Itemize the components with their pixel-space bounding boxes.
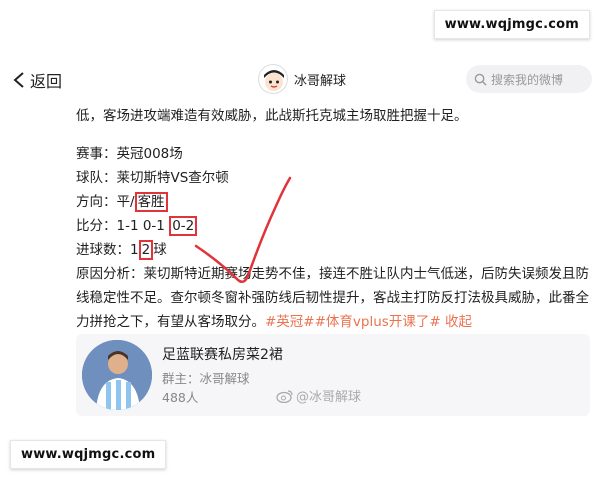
search-placeholder: 搜索我的微博 xyxy=(491,72,564,87)
cartoon-avatar-icon xyxy=(264,70,284,91)
post-intro: 低，客场进攻端难造有效威胁，此战斯托克城主场取胜把握十足。 xyxy=(76,108,468,124)
group-owner: 群主：冰哥解球 xyxy=(162,371,250,386)
goals-line: 进球数：1 2 球 xyxy=(76,240,167,260)
reason-paragraph: 原因分析：莱切斯特近期赛场走势不佳，接连不胜让队内士气低迷，后防失误频发且防线稳… xyxy=(76,266,589,330)
site-watermark-bottom: www.wqjmgc.com xyxy=(10,440,167,469)
post-content: 低，客场进攻端难造有效威胁，此战斯托克城主场取胜把握十足。 赛事：英冠008场 … xyxy=(76,104,596,334)
direction-line: 方向：平/客胜 xyxy=(76,190,596,214)
group-member-count: 488人 xyxy=(162,390,199,405)
author-avatar[interactable] xyxy=(258,64,288,94)
group-title: 足蓝联赛私房菜2裙 xyxy=(162,347,283,363)
topic-tags[interactable]: #英冠##体育vplus开课了# xyxy=(265,314,441,330)
group-avatar xyxy=(82,340,152,410)
back-label: 返回 xyxy=(30,72,63,91)
goals-highlight: 2 xyxy=(138,240,154,260)
weibo-logo-icon xyxy=(276,389,293,403)
back-button[interactable]: 返回 xyxy=(12,68,62,92)
collapse-link[interactable]: 收起 xyxy=(445,314,472,330)
score-line: 比分：1-1 0-1 0-2 xyxy=(76,214,596,238)
teams-line: 球队：莱切斯特VS查尔顿 xyxy=(76,170,229,186)
search-icon xyxy=(474,73,487,86)
match-line: 赛事：英冠008场 xyxy=(76,146,183,162)
search-box[interactable]: 搜索我的微博 xyxy=(466,65,592,93)
author-name: 冰哥解球 xyxy=(294,73,347,89)
direction-highlight: 客胜 xyxy=(134,192,168,212)
group-chat-card[interactable]: 足蓝联赛私房菜2裙 群主：冰哥解球 488人 @冰哥解球 xyxy=(76,334,590,416)
score-highlight: 0-2 xyxy=(169,216,198,236)
weibo-watermark: @冰哥解球 xyxy=(276,386,361,405)
author-info[interactable]: 冰哥解球 xyxy=(258,64,346,94)
chevron-left-icon xyxy=(13,72,24,88)
player-photo-icon xyxy=(82,340,152,410)
top-navigation: 返回 冰哥解球 搜索我的微博 xyxy=(0,62,600,98)
site-watermark-top: www.wqjmgc.com xyxy=(433,10,590,39)
